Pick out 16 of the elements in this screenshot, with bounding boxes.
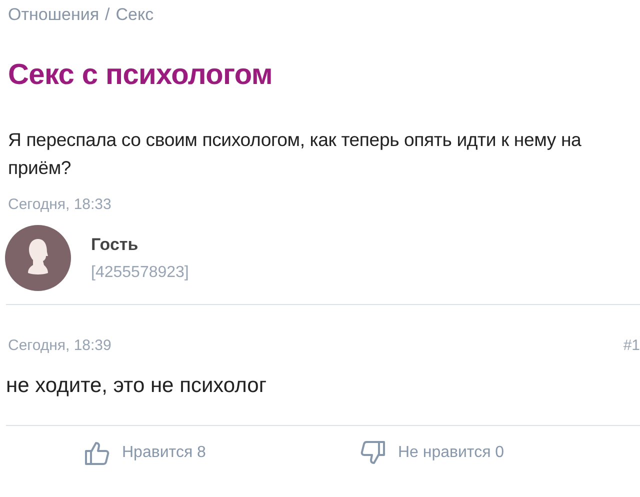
breadcrumb-link[interactable]: Отношения [8,5,100,24]
author-id: [4255578923] [91,264,189,282]
topic-title: Секс с психологом [8,59,274,92]
thumbs-up-icon [84,440,110,466]
comment-number[interactable]: #1 [623,337,640,354]
author-name[interactable]: Гость [91,234,189,254]
avatar-icon [5,225,71,291]
post-time: Сегодня, 18:33 [8,196,112,213]
like-button[interactable]: Нравится 8 [80,432,210,474]
dislike-button[interactable]: Не нравится 0 [356,432,508,474]
topic-text: Я переспала со своим психологом, как теперь опять идти к нему на приём? [8,128,582,180]
comment-time: Сегодня, 18:39 [8,337,112,354]
breadcrumb-link[interactable]: Секс [116,5,154,24]
comment-text: не ходите, это не психолог [6,374,268,399]
thumbs-down-icon [360,440,386,466]
breadcrumb-separator: / [105,5,110,24]
